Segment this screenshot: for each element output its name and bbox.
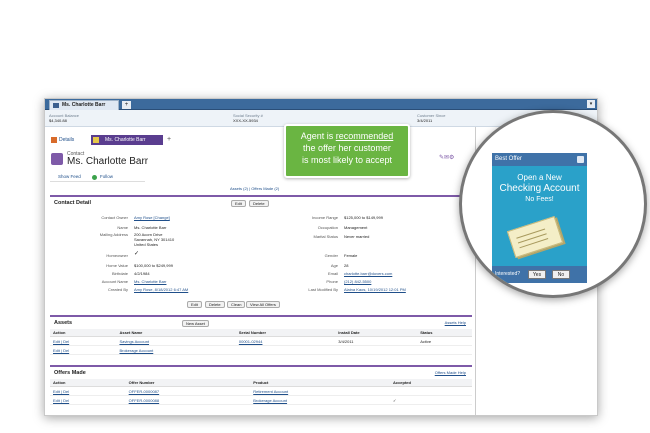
- owner-link[interactable]: Amy Rose [Change]: [134, 215, 170, 220]
- created-by-link[interactable]: Amy Rose, 8/18/2012 6:47 AM: [134, 287, 188, 292]
- edit-button[interactable]: Edit: [231, 200, 246, 207]
- modified-by-link[interactable]: Alaina Kaos, 10/19/2012 12:01 PM: [344, 287, 406, 292]
- best-offer-panel: Best Offer Open a New Checking Account N…: [492, 153, 587, 283]
- tab-label: Ms. Charlotte Barr: [62, 102, 106, 108]
- contact-tab-icon: [93, 137, 99, 143]
- contact-avatar-icon: [51, 153, 63, 165]
- panel-menu-icon[interactable]: [577, 156, 584, 163]
- tab-details[interactable]: Details: [49, 135, 89, 145]
- highlight-balance: Account Balance $4,340.88: [49, 113, 80, 123]
- best-offer-header: Best Offer: [492, 153, 587, 166]
- table-row: Edit | Del OFFER-0000087 Retirement Accoun…: [50, 386, 472, 396]
- tab-charlotte-barr[interactable]: Ms. Charlotte Barr: [49, 100, 119, 110]
- offers-help-link[interactable]: Offers Made Help: [435, 370, 466, 375]
- phone-link[interactable]: (212) 842-5500: [344, 279, 371, 284]
- add-subtab-button[interactable]: +: [167, 135, 171, 145]
- add-tab-button[interactable]: +: [122, 101, 131, 109]
- zoom-lens: Best Offer Open a New Checking Account N…: [459, 110, 647, 298]
- offers-made-section: Offers Made Offers Made Help Action Offer…: [50, 365, 472, 415]
- contact-icon: [53, 103, 59, 108]
- menu-arrow-icon[interactable]: ▾: [587, 100, 595, 108]
- yes-button[interactable]: Yes: [528, 270, 546, 279]
- section-title: Offers Made: [54, 370, 86, 376]
- view-all-offers-button[interactable]: View All Offers: [246, 301, 280, 308]
- follow-icon: [92, 175, 97, 180]
- page-title: Ms. Charlotte Barr: [67, 156, 149, 167]
- subtab-bar: Details Ms. Charlotte Barr +: [49, 135, 199, 145]
- feed-bar: Show Feed Follow: [50, 172, 145, 182]
- assets-section: Assets New Asset Assets Help Action Asset…: [50, 315, 472, 361]
- table-row: Edit | Del Savings Account 00001-02944 3/4/…: [50, 336, 472, 346]
- contact-detail-section: Contact Detail Edit Delete Contact Owner…: [50, 195, 472, 311]
- checkbook-image: [506, 215, 564, 259]
- delete-button-bottom[interactable]: Delete: [205, 301, 225, 308]
- highlight-ssn: Social Security # XXX-XX-5934: [233, 113, 263, 123]
- offer-line-1: Open a New: [517, 173, 562, 182]
- assets-table: Action Asset Name Serial Number Install Dat…: [50, 329, 472, 355]
- interest-bar: Interested? Yes No: [492, 266, 587, 283]
- callout-bubble: Agent is recommended the offer her custo…: [284, 124, 410, 178]
- tab-contact[interactable]: Ms. Charlotte Barr: [91, 135, 163, 145]
- offer-product: Checking Account: [499, 183, 580, 194]
- email-link[interactable]: charlotte.barr@dovers.com: [344, 271, 392, 276]
- accepted-check-icon: ✓: [389, 395, 472, 405]
- delete-button[interactable]: Delete: [249, 200, 269, 207]
- no-button[interactable]: No: [552, 270, 570, 279]
- table-row: Edit | Del Brokerage Account: [50, 345, 472, 355]
- table-row: Edit | Del OFFER-0000088 Brokerage Account…: [50, 395, 472, 405]
- follow-link[interactable]: Follow: [100, 172, 113, 182]
- assets-help-link[interactable]: Assets Help: [445, 320, 466, 325]
- section-title: Assets: [54, 320, 73, 326]
- related-list-links[interactable]: Assets (2) | Offers Made (2): [230, 186, 279, 191]
- primary-tab-bar: Ms. Charlotte Barr + ▾: [45, 99, 597, 110]
- highlight-customer-since: Customer Since 3/4/2011: [417, 113, 446, 123]
- show-feed-link[interactable]: Show Feed: [58, 172, 81, 182]
- clean-button[interactable]: Clean: [227, 301, 246, 308]
- offers-table: Action Offer Number Product Accepted Edit |…: [50, 379, 472, 405]
- offer-line-3: No Fees!: [525, 196, 554, 203]
- account-link[interactable]: Ms. Charlotte Barr: [134, 279, 166, 284]
- edit-button-bottom[interactable]: Edit: [187, 301, 202, 308]
- new-asset-button[interactable]: New Asset: [182, 320, 209, 327]
- page-tools-icons[interactable]: ✎✉⚙: [439, 154, 454, 161]
- details-icon: [51, 137, 57, 143]
- homeowner-check-icon: ✓: [134, 251, 140, 257]
